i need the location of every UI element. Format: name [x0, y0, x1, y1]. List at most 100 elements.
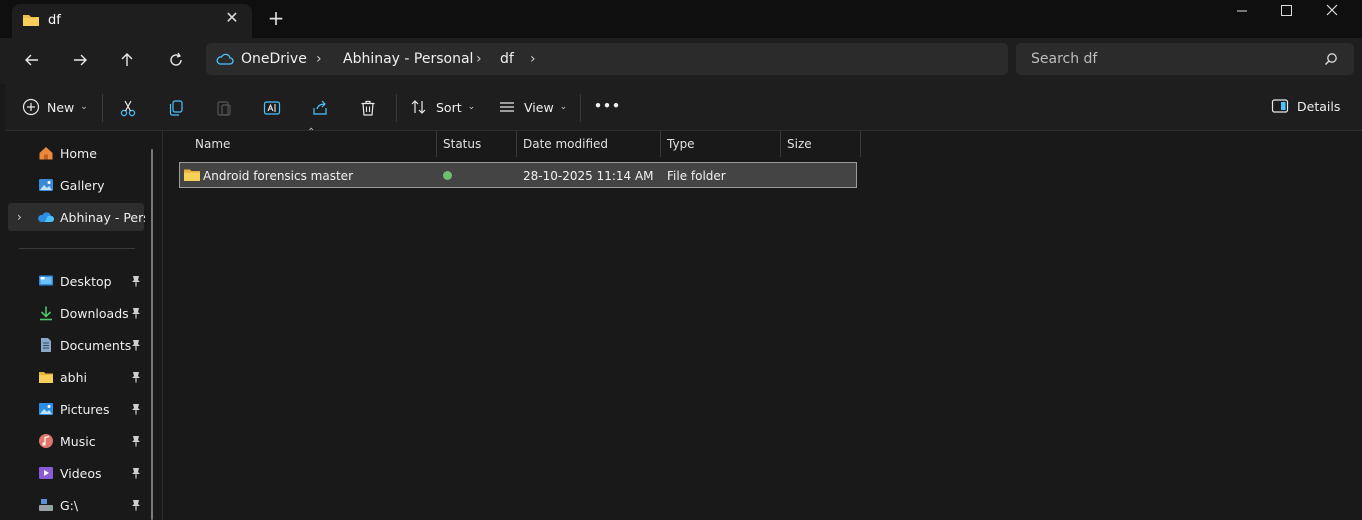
maximize-button[interactable] — [1263, 0, 1309, 22]
pin-icon[interactable] — [131, 275, 141, 287]
sidebar-item-label: Home — [60, 146, 97, 161]
chevron-down-icon: ⌄ — [80, 102, 88, 112]
column-header-size[interactable]: Size — [781, 131, 860, 157]
rename-button[interactable] — [262, 98, 282, 118]
share-button[interactable] — [310, 98, 330, 118]
sidebar-item-documents[interactable]: Documents — [5, 331, 145, 359]
maximize-icon — [1281, 5, 1292, 16]
divider — [396, 94, 397, 122]
folder-icon — [39, 372, 53, 383]
column-header-type[interactable]: Type — [661, 131, 780, 157]
sidebar-scrollbar[interactable] — [151, 149, 153, 520]
address-bar[interactable]: OneDrive › Abhinay - Personal › df › — [206, 43, 1008, 75]
column-label: Size — [787, 137, 812, 151]
pin-icon[interactable] — [131, 339, 141, 351]
sort-label: Sort — [436, 99, 462, 115]
details-pane-icon — [1271, 99, 1289, 113]
up-button[interactable] — [113, 48, 141, 72]
breadcrumb-df[interactable]: df — [500, 51, 514, 67]
close-window-button[interactable] — [1309, 0, 1355, 22]
videos-icon — [39, 467, 53, 479]
column-label: Status — [443, 137, 482, 151]
pin-icon[interactable] — [131, 499, 141, 511]
cut-button[interactable] — [118, 98, 138, 118]
minimize-icon — [1237, 10, 1247, 12]
new-button[interactable]: New ⌄ — [22, 98, 88, 116]
column-label: Name — [195, 137, 231, 151]
refresh-button[interactable] — [162, 48, 190, 72]
drive-icon — [39, 499, 53, 511]
breadcrumb-separator[interactable]: › — [316, 51, 322, 67]
close-tab-icon[interactable]: ✕ — [224, 10, 240, 26]
back-button[interactable] — [18, 48, 46, 72]
folder-icon — [184, 169, 200, 181]
divider — [580, 94, 581, 122]
delete-button[interactable] — [358, 98, 378, 118]
address-row: OneDrive › Abhinay - Personal › df › Sea… — [0, 38, 1362, 84]
pin-icon[interactable] — [131, 467, 141, 479]
breadcrumb-separator[interactable]: › — [530, 51, 536, 67]
sidebar-item-videos[interactable]: Videos — [5, 459, 145, 487]
gallery-icon — [39, 179, 53, 191]
sidebar-item-desktop[interactable]: Desktop — [5, 267, 145, 295]
sidebar-item-abhi[interactable]: abhi — [5, 363, 145, 391]
sidebar-item-drive-g[interactable]: G:\ — [5, 491, 145, 519]
sync-status-icon — [443, 171, 452, 180]
file-type: File folder — [667, 169, 726, 183]
rename-icon — [263, 101, 281, 115]
breadcrumb-onedrive[interactable]: OneDrive — [241, 51, 307, 67]
file-list: ⌃ Name Status Date modified Type Size An… — [164, 127, 1362, 520]
column-header-status[interactable]: Status — [437, 131, 516, 157]
view-list-icon — [500, 102, 514, 112]
tab-title: df — [48, 13, 61, 28]
up-arrow-icon — [121, 53, 133, 66]
column-header-name[interactable]: Name — [189, 131, 436, 157]
pin-icon[interactable] — [131, 403, 141, 415]
downloads-icon — [40, 306, 52, 321]
new-tab-button[interactable]: + — [266, 8, 286, 28]
column-divider[interactable] — [860, 131, 861, 157]
column-header-date-modified[interactable]: Date modified — [517, 131, 660, 157]
pin-icon[interactable] — [131, 435, 141, 447]
breadcrumb-separator[interactable]: › — [476, 51, 482, 67]
refresh-icon — [170, 52, 182, 66]
pin-icon[interactable] — [131, 307, 141, 319]
search-input[interactable]: Search df — [1031, 51, 1097, 67]
sidebar-item-label: Gallery — [60, 178, 105, 193]
sort-button[interactable]: Sort ⌄ — [410, 98, 475, 116]
view-button[interactable]: View ⌄ — [498, 98, 567, 116]
sidebar-item-pictures[interactable]: Pictures — [5, 395, 145, 423]
chevron-right-icon[interactable]: › — [17, 210, 22, 224]
file-name: Android forensics master — [203, 169, 353, 183]
scissors-icon — [120, 100, 136, 117]
file-date-modified: 28-10-2025 11:14 AM — [523, 169, 654, 183]
pictures-icon — [39, 403, 53, 415]
table-row[interactable]: Android forensics master 28-10-2025 11:1… — [179, 162, 857, 188]
search-box[interactable]: Search df — [1016, 43, 1354, 75]
chevron-down-icon: ⌄ — [559, 102, 568, 112]
music-icon — [39, 434, 53, 448]
copy-icon — [169, 100, 183, 116]
tab-df[interactable]: df ✕ — [12, 4, 252, 38]
sidebar-item-downloads[interactable]: Downloads — [5, 299, 145, 327]
sort-icon — [411, 100, 426, 114]
sidebar-item-home[interactable]: Home — [5, 139, 145, 167]
forward-button[interactable] — [66, 48, 94, 72]
trash-icon — [361, 100, 375, 116]
more-options-button[interactable]: ••• — [594, 98, 621, 113]
pin-icon[interactable] — [131, 371, 141, 383]
sidebar-divider — [19, 248, 135, 249]
onedrive-cloud-icon — [216, 53, 234, 65]
onedrive-cloud-icon — [38, 212, 54, 222]
search-icon[interactable] — [1324, 52, 1338, 66]
details-button[interactable]: Details — [1271, 98, 1340, 114]
sidebar-item-gallery[interactable]: Gallery — [5, 171, 145, 199]
breadcrumb-abhinay-personal[interactable]: Abhinay - Personal — [343, 51, 473, 67]
paste-button[interactable] — [214, 98, 234, 118]
copy-button[interactable] — [166, 98, 186, 118]
sidebar-item-music[interactable]: Music — [5, 427, 145, 455]
minimize-button[interactable] — [1219, 0, 1265, 22]
documents-icon — [41, 338, 51, 352]
home-icon — [39, 147, 53, 160]
sidebar-item-onedrive[interactable]: › Abhinay - Perso — [8, 203, 145, 231]
